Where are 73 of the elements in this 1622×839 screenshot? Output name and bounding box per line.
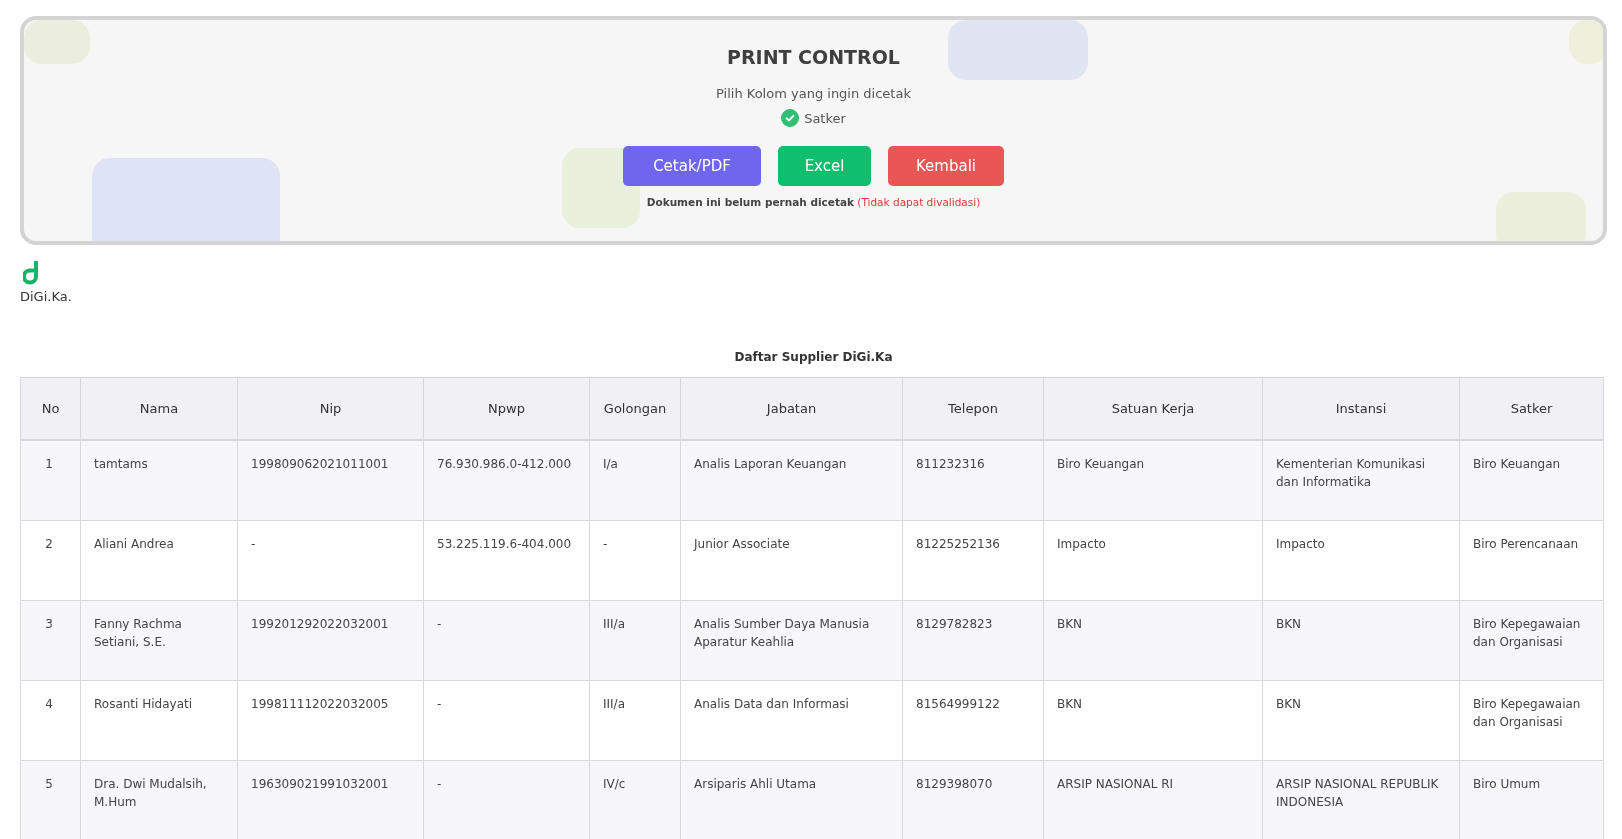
column-header: Satker [1459,377,1604,440]
table-cell: ARSIP NASIONAL RI [1043,760,1263,839]
table-cell: III/a [589,600,681,680]
table-cell: - [423,600,590,680]
column-header: Nip [237,377,424,440]
table-cell: I/a [589,440,681,520]
logo-icon [23,261,41,285]
check-icon [784,112,797,124]
back-button[interactable]: Kembali [888,146,1004,186]
table-cell: Biro Kepegawaian dan Organisasi [1459,680,1604,760]
checkbox[interactable] [781,109,800,127]
table-cell: 199809062021011001 [237,440,424,520]
column-header: No [20,377,81,440]
print-pdf-button[interactable]: Cetak/PDF [623,146,761,186]
column-header: Nama [80,377,238,440]
table-cell: 2 [20,520,81,600]
table-cell: 4 [20,680,81,760]
validation-warning: (Tidak dapat divalidasi) [857,196,981,208]
column-header: Golongan [589,377,681,440]
column-header: Telepon [902,377,1044,440]
table-cell: 811232316 [902,440,1044,520]
table-cell: 81225252136 [902,520,1044,600]
panel-title: PRINT CONTROL [727,46,900,68]
table-cell: Analis Sumber Daya Manusia Aparatur Keahlia [680,600,903,680]
logo-text: DiGi.Ka. [20,289,72,304]
table-cell: 8129782823 [902,600,1044,680]
table-cell: Biro Kepegawaian dan Organisasi [1459,600,1604,680]
table-cell: 53.225.119.6-404.000 [423,520,590,600]
table-cell: BKN [1262,600,1460,680]
table-cell: - [589,520,681,600]
table-cell: ARSIP NASIONAL REPUBLIK INDONESIA [1262,760,1460,839]
table-cell: Analis Laporan Keuangan [680,440,903,520]
notice-text: Dokumen ini belum pernah dicetak [646,196,854,208]
table-cell: 199811112022032005 [237,680,424,760]
checkbox-label[interactable]: Satker [804,110,846,126]
table-cell: IV/c [589,760,681,839]
table-cell: 76.930.986.0-412.000 [423,440,590,520]
excel-button[interactable]: Excel [778,146,871,186]
table-title: Daftar Supplier DiGi.Ka [733,350,894,364]
column-header: Satuan Kerja [1043,377,1263,440]
table-cell: 1 [20,440,81,520]
table-cell: Analis Data dan Informasi [680,680,903,760]
table-cell: Biro Umum [1459,760,1604,839]
table-cell: Dra. Dwi Mudalsih, M.Hum [80,760,238,839]
column-header: Instansi [1262,377,1460,440]
table-cell: BKN [1043,600,1263,680]
table-cell: - [237,520,424,600]
table-cell: BKN [1043,680,1263,760]
table-cell: 8129398070 [902,760,1044,839]
table-cell: Aliani Andrea [80,520,238,600]
column-header: Npwp [423,377,590,440]
table-cell: - [423,760,590,839]
table-cell: Biro Keuangan [1043,440,1263,520]
table-cell: - [423,680,590,760]
table-cell: Biro Keuangan [1459,440,1604,520]
column-header: Jabatan [680,377,903,440]
instruction-text: Pilih Kolom yang ingin dicetak [716,86,911,101]
table-cell: Impacto [1262,520,1460,600]
table-cell: Biro Perencanaan [1459,520,1604,600]
table-cell: 81564999122 [902,680,1044,760]
table-cell: Kementerian Komunikasi dan Informatika [1262,440,1460,520]
table-cell: Impacto [1043,520,1263,600]
table-cell: Arsiparis Ahli Utama [680,760,903,839]
table-cell: BKN [1262,680,1460,760]
table-cell: Rosanti Hidayati [80,680,238,760]
table-cell: Fanny Rachma Setiani, S.E. [80,600,238,680]
table-cell: 5 [20,760,81,839]
table-cell: Junior Associate [680,520,903,600]
table-cell: 196309021991032001 [237,760,424,839]
table-cell: 199201292022032001 [237,600,424,680]
table-cell: III/a [589,680,681,760]
table-cell: 3 [20,600,81,680]
table-cell: tamtams [80,440,238,520]
